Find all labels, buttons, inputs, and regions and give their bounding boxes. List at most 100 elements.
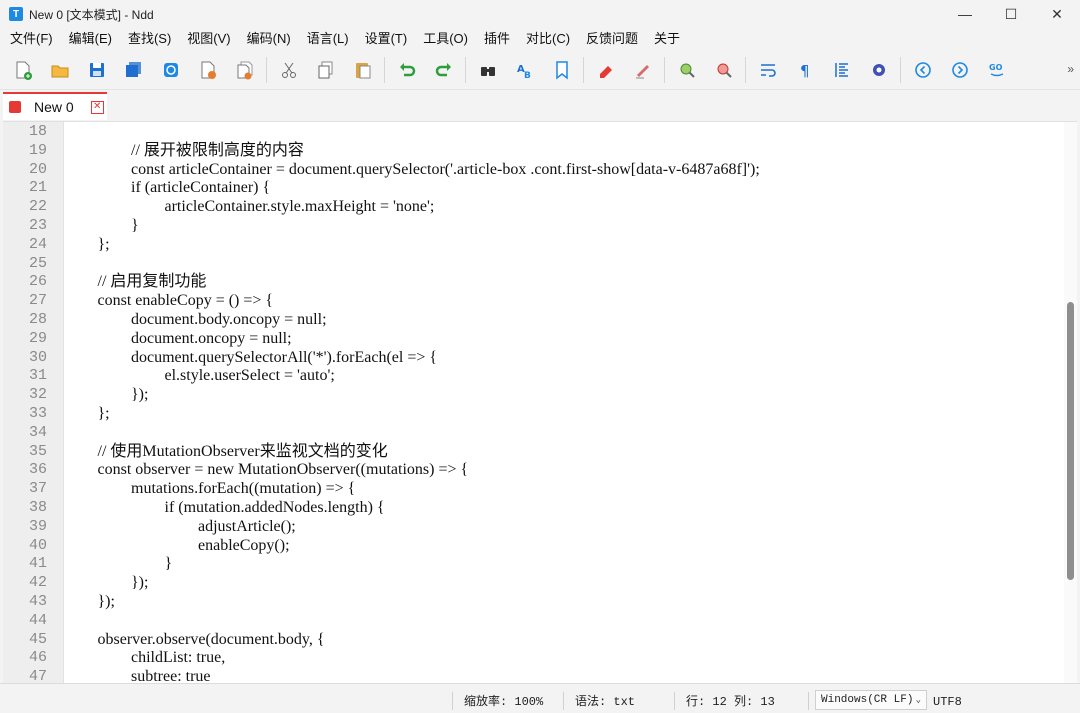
code-editor[interactable]: 18 19 20 21 22 23 24 25 26 27 28 29 30 31 32 33 34 35 36 37… [3, 121, 1077, 683]
svg-text:¶: ¶ [800, 62, 810, 80]
line-number: 44 [28, 611, 47, 629]
line-number: 30 [28, 348, 47, 366]
undo-icon [399, 62, 415, 76]
minimize-button[interactable]: — [942, 0, 988, 28]
window-title: New 0 [文本模式] - Ndd [29, 7, 154, 22]
line-number: 25 [28, 254, 47, 272]
app-icon: T [9, 7, 23, 21]
scrollbar-thumb[interactable] [1067, 302, 1074, 580]
line-number: 29 [28, 329, 47, 347]
code-line: if (mutation.addedNodes.length) { [164, 499, 385, 516]
code-line: document.oncopy = null; [131, 329, 292, 347]
menu-item[interactable]: 关于 [648, 28, 686, 50]
menu-item[interactable]: 工具(O) [417, 28, 474, 50]
tab-close-icon[interactable]: ✕ [90, 100, 104, 114]
replace-button[interactable]: AB [510, 55, 540, 85]
code-line: }); [131, 386, 149, 404]
cut-icon [281, 62, 296, 78]
close-all-button[interactable] [230, 55, 260, 85]
close-file-button[interactable] [193, 55, 223, 85]
zoom-out-button[interactable] [709, 55, 739, 85]
mark-button[interactable] [591, 55, 621, 85]
line-ending-select[interactable]: Windows(CR LF) ⌄ [815, 690, 927, 710]
show-symbols-button[interactable]: ¶ [790, 55, 820, 85]
close-button[interactable]: ✕ [1034, 0, 1080, 28]
bookmark-button[interactable] [547, 55, 577, 85]
reload-button[interactable] [156, 55, 186, 85]
tab-bar: New 0 ✕ [0, 90, 1080, 120]
toolbar-overflow-button[interactable]: » [1067, 62, 1074, 76]
open-folder-button[interactable] [45, 55, 75, 85]
menu-item[interactable]: 对比(C) [520, 28, 576, 50]
settings-button[interactable] [864, 55, 894, 85]
maximize-button[interactable]: ☐ [988, 0, 1034, 28]
word-wrap-icon [760, 63, 776, 77]
line-number: 23 [28, 217, 47, 234]
menu-item[interactable]: 编辑(E) [63, 28, 118, 50]
new-file-button[interactable] [8, 55, 38, 85]
line-number: 26 [28, 273, 47, 291]
code-line: const enableCopy = () => { [97, 292, 274, 310]
code-line: }; [97, 405, 110, 422]
find-button[interactable] [473, 55, 503, 85]
code-line: // 使用MutationObserver来监视文档的变化 [97, 442, 388, 460]
svg-text:GO: GO [989, 63, 1003, 72]
toolbar-separator [745, 56, 746, 83]
redo-icon [435, 62, 451, 76]
menu-item[interactable]: 编码(N) [241, 28, 297, 50]
goto-line-button[interactable]: GO [982, 55, 1012, 85]
line-number: 38 [28, 499, 47, 516]
clear-mark-button[interactable] [628, 55, 658, 85]
mark-icon [599, 65, 612, 78]
code-text-area[interactable]: // 展开被限制高度的内容 const articleContainer = do… [64, 122, 1064, 683]
line-number: 28 [28, 311, 47, 328]
close-all-icon [237, 61, 252, 79]
line-number: 31 [28, 367, 47, 385]
code-line: }); [97, 593, 115, 610]
tab-new-0[interactable]: New 0 ✕ [3, 92, 107, 120]
code-line: }; [97, 235, 110, 253]
title-bar: T New 0 [文本模式] - Ndd — ☐ ✕ [0, 0, 1080, 28]
undo-button[interactable] [392, 55, 422, 85]
cursor-position-status: 行: 12 列: 13 [686, 695, 775, 709]
line-number: 20 [28, 160, 47, 178]
line-number: 40 [28, 536, 47, 554]
code-line: articleContainer.style.maxHeight = 'none… [164, 198, 435, 216]
nav-forward-button[interactable] [945, 55, 975, 85]
syntax-status: 语法: txt [575, 695, 636, 709]
redo-button[interactable] [429, 55, 459, 85]
menu-item[interactable]: 反馈问题 [580, 28, 644, 50]
status-divider [563, 692, 564, 710]
menu-item[interactable]: 查找(S) [122, 28, 177, 50]
chevron-down-icon: ⌄ [915, 695, 921, 705]
show-symbols-icon: ¶ [800, 62, 810, 80]
line-number: 42 [28, 574, 47, 592]
line-number: 24 [28, 235, 47, 253]
indent-guide-button[interactable] [827, 55, 857, 85]
line-number: 27 [28, 292, 47, 310]
nav-back-button[interactable] [908, 55, 938, 85]
menu-item[interactable]: 设置(T) [359, 28, 414, 50]
menu-item[interactable]: 文件(F) [4, 28, 59, 50]
window-controls: — ☐ ✕ [942, 0, 1080, 28]
zoom-out-icon [717, 63, 732, 78]
zoom-in-button[interactable] [672, 55, 702, 85]
code-line: // 启用复制功能 [97, 273, 207, 291]
menu-bar: 文件(F) 编辑(E) 查找(S) 视图(V) 编码(N) 语言(L) 设置(T) 工具(O)… [0, 28, 1080, 50]
menu-item[interactable]: 视图(V) [181, 28, 236, 50]
word-wrap-button[interactable] [753, 55, 783, 85]
code-line: mutations.forEach((mutation) => { [131, 480, 356, 498]
line-number: 33 [28, 405, 47, 422]
vertical-scrollbar[interactable] [1064, 122, 1077, 683]
svg-text:B: B [524, 71, 531, 81]
line-number: 21 [28, 179, 47, 197]
menu-item[interactable]: 语言(L) [301, 28, 355, 50]
copy-button[interactable] [311, 55, 341, 85]
save-button[interactable] [82, 55, 112, 85]
save-all-button[interactable] [119, 55, 149, 85]
nav-back-icon [914, 61, 931, 78]
cut-button[interactable] [274, 55, 304, 85]
paste-button[interactable] [348, 55, 378, 85]
clear-mark-icon [635, 64, 649, 78]
menu-item[interactable]: 插件 [478, 28, 516, 50]
